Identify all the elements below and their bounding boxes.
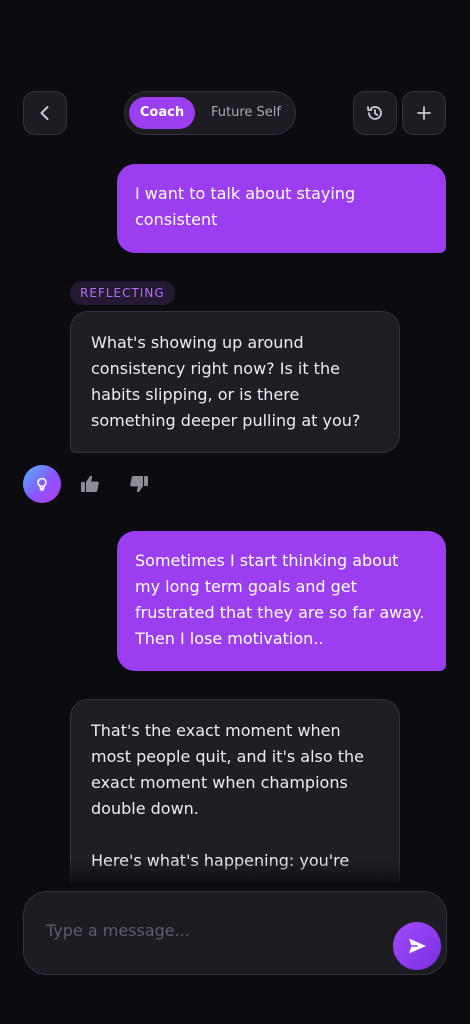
thumbs-down-icon	[130, 476, 148, 493]
back-button[interactable]	[23, 91, 67, 135]
message-input[interactable]	[44, 914, 348, 946]
send-icon	[409, 938, 426, 954]
plus-icon	[417, 106, 431, 120]
like-button[interactable]	[78, 472, 102, 496]
chevron-left-icon	[40, 106, 49, 120]
tab-coach[interactable]: Coach	[129, 97, 195, 129]
new-chat-button[interactable]	[402, 91, 446, 135]
history-button[interactable]	[353, 91, 397, 135]
thumbs-up-icon	[81, 475, 99, 492]
send-button[interactable]	[393, 922, 441, 970]
status-badge: REFLECTING	[70, 281, 175, 305]
dislike-button[interactable]	[127, 472, 151, 496]
bulb-icon	[37, 477, 47, 491]
feedback-row	[23, 465, 223, 503]
coach-avatar	[23, 465, 61, 503]
chat-screen: Coach Future Self I want to talk about s…	[0, 0, 470, 1024]
user-message: Sometimes I start thinking about my long…	[117, 531, 446, 671]
coach-message: What's showing up around consistency rig…	[70, 311, 400, 453]
history-icon	[367, 106, 382, 120]
tab-future-self[interactable]: Future Self	[199, 97, 293, 129]
user-message: I want to talk about staying consistent	[117, 164, 446, 253]
mode-toggle: Coach Future Self	[124, 91, 296, 135]
message-composer	[23, 891, 447, 975]
